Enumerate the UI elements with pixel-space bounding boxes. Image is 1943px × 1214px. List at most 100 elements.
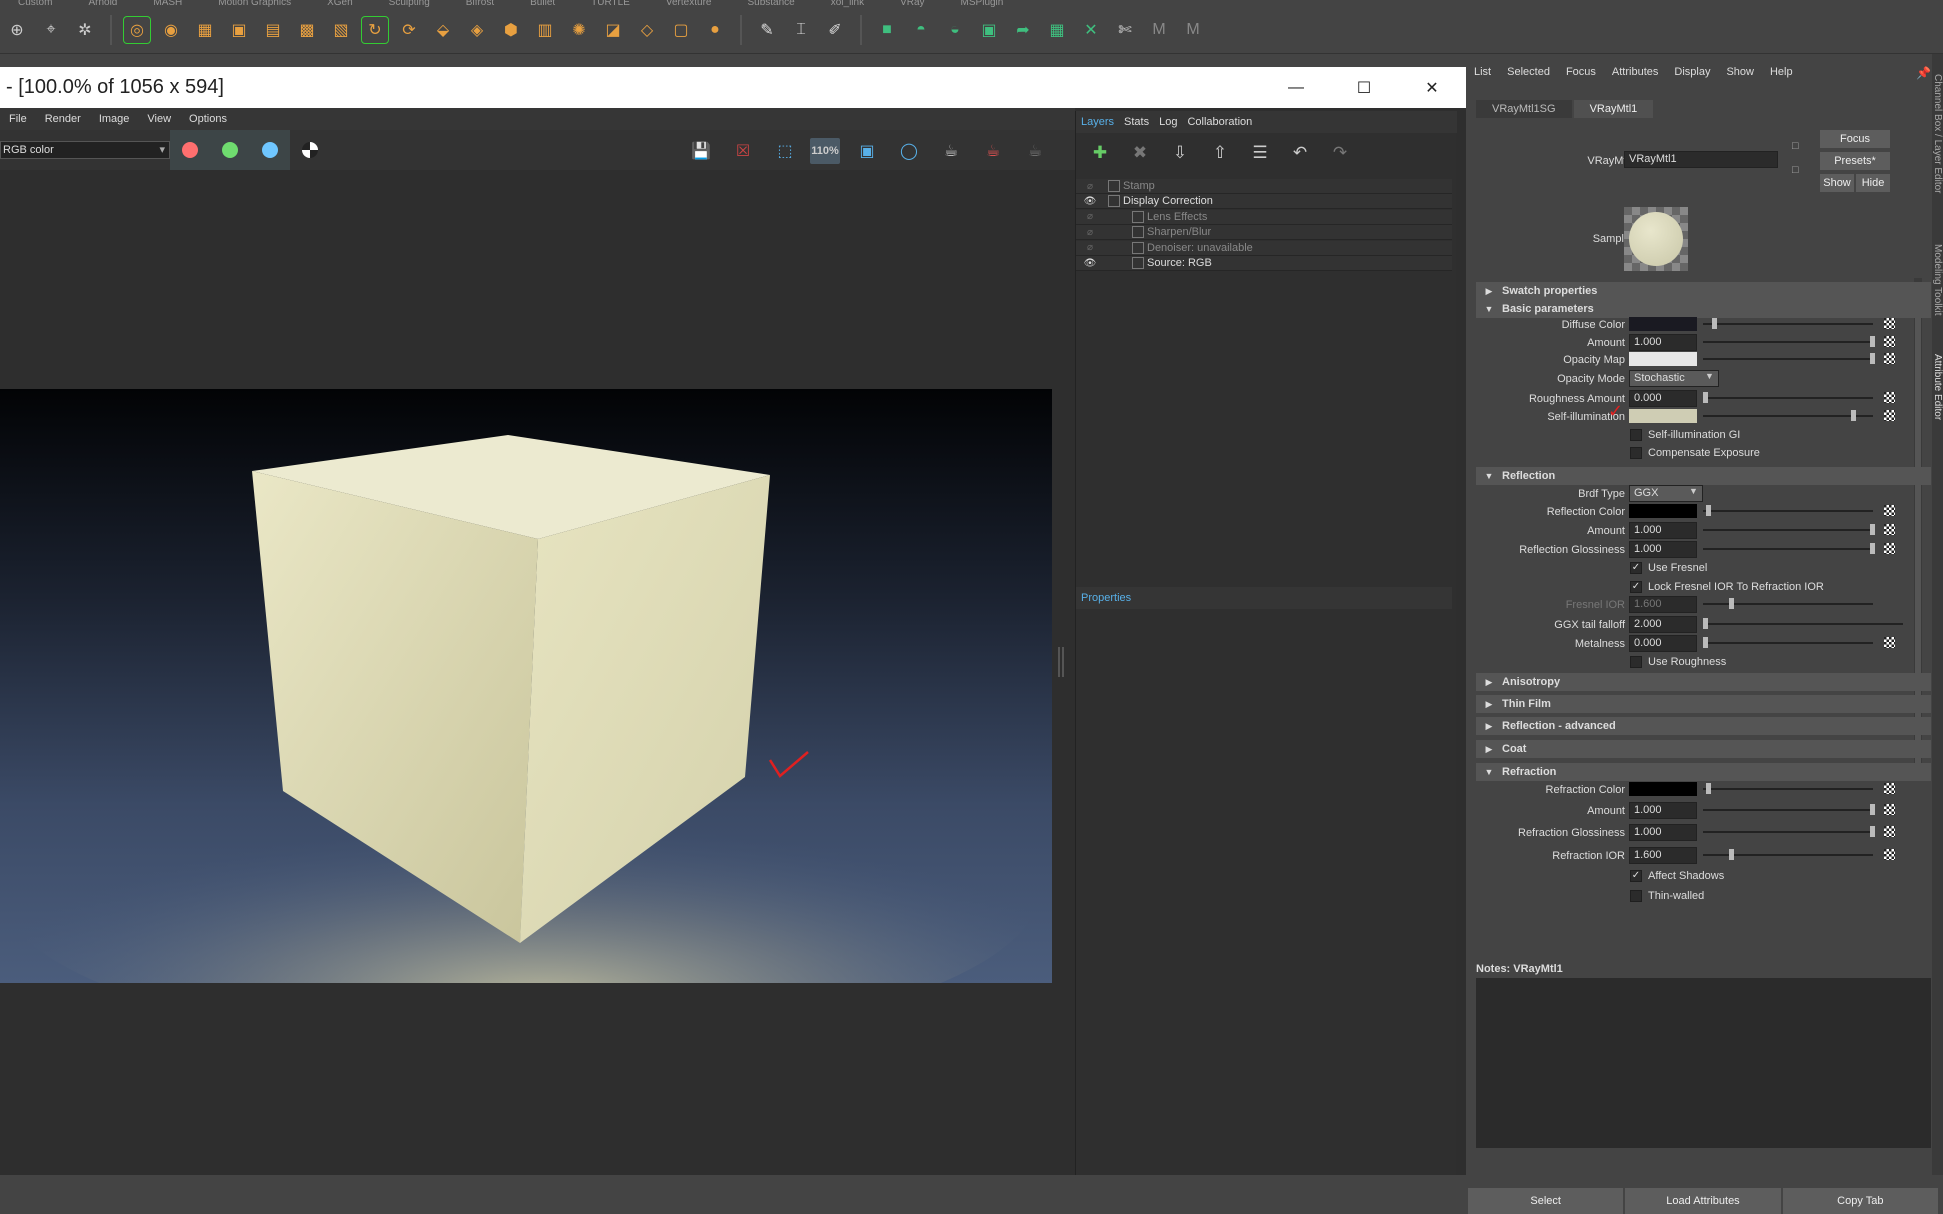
shelf-tab[interactable]: XGen: [309, 0, 371, 10]
refraction-ior-map-button[interactable]: [1884, 849, 1895, 860]
shelf-tab[interactable]: Sculpting: [371, 0, 448, 10]
output-connection-icon[interactable]: □: [1792, 164, 1799, 176]
slider-knob[interactable]: [1869, 524, 1875, 535]
panel-splitter[interactable]: [1058, 647, 1064, 677]
hidden-eye-icon[interactable]: ⌀: [1080, 227, 1100, 238]
shelf-tab[interactable]: MSPlugin: [943, 0, 1022, 10]
m2-icon[interactable]: M: [1180, 17, 1206, 43]
track-mouse-icon[interactable]: ▣: [852, 138, 882, 164]
redo-icon[interactable]: ↷: [1326, 143, 1354, 163]
layer-row[interactable]: 👁 Display Correction: [1076, 194, 1452, 210]
select-button[interactable]: Select: [1468, 1188, 1624, 1214]
section-reflection-advanced[interactable]: ▶ Reflection - advanced: [1476, 717, 1931, 735]
roughness-map-button[interactable]: [1884, 392, 1895, 403]
clear-image-icon[interactable]: ☒: [728, 138, 758, 164]
film-icon[interactable]: ▥: [532, 17, 558, 43]
opacity-map-swatch[interactable]: [1629, 352, 1697, 366]
menu-focus[interactable]: Focus: [1558, 66, 1604, 78]
slider-knob[interactable]: [1850, 410, 1856, 421]
menu-selected[interactable]: Selected: [1499, 66, 1558, 78]
box-drop-icon[interactable]: ⬙: [430, 17, 456, 43]
input-connection-icon[interactable]: □: [1792, 140, 1799, 152]
green-grid-icon[interactable]: ▦: [1044, 17, 1070, 43]
self-illumination-slider[interactable]: [1703, 410, 1873, 421]
alpha-channel-button[interactable]: [290, 130, 330, 170]
hide-button[interactable]: Hide: [1856, 174, 1890, 192]
section-swatch-properties[interactable]: ▶ Swatch properties: [1476, 282, 1931, 300]
render-icon[interactable]: ☕: [936, 138, 966, 164]
self-illumination-map-button[interactable]: [1884, 410, 1895, 421]
menu-options[interactable]: Options: [180, 113, 236, 125]
slider-knob[interactable]: [1703, 637, 1708, 648]
shelf-tab[interactable]: TURTLE: [573, 0, 648, 10]
shelf-tab[interactable]: Substance: [729, 0, 812, 10]
reflection-color-map-button[interactable]: [1884, 505, 1895, 516]
menu-view[interactable]: View: [138, 113, 180, 125]
reflection-amount-map-button[interactable]: [1884, 524, 1895, 535]
mtl-name-field[interactable]: VRayMtl1: [1624, 151, 1778, 168]
fresnel-ior-field[interactable]: 1.600: [1629, 596, 1697, 613]
layer-row[interactable]: ⌀ Stamp: [1076, 179, 1452, 194]
self-illumination-swatch[interactable]: [1629, 409, 1697, 423]
brush-icon[interactable]: ✐: [822, 17, 848, 43]
reflection-color-swatch[interactable]: [1629, 504, 1697, 518]
loop-icon[interactable]: ⟳: [396, 17, 422, 43]
refraction-color-slider[interactable]: [1703, 783, 1873, 794]
reflection-gloss-field[interactable]: 1.000: [1629, 541, 1697, 558]
layer-row[interactable]: 👁 Source: RGB: [1076, 256, 1452, 271]
slider-knob[interactable]: [1869, 543, 1875, 554]
use-fresnel-checkbox[interactable]: ✓: [1630, 562, 1642, 574]
refraction-amount-map-button[interactable]: [1884, 804, 1895, 815]
grid-icon[interactable]: ▦: [192, 17, 218, 43]
menu-list[interactable]: List: [1466, 66, 1499, 78]
save-layers-icon[interactable]: ⇩: [1166, 143, 1194, 163]
menu-help[interactable]: Help: [1762, 66, 1801, 78]
box-icon[interactable]: ▧: [328, 17, 354, 43]
eye-icon[interactable]: 👁: [1080, 258, 1100, 269]
affect-shadows-checkbox[interactable]: ✓: [1630, 870, 1642, 882]
slider-knob[interactable]: [1706, 783, 1712, 794]
bracket-icon[interactable]: ⌶: [788, 17, 814, 43]
diffuse-map-button[interactable]: [1884, 318, 1895, 329]
menu-file[interactable]: File: [0, 113, 36, 125]
cube-cut-icon[interactable]: ◪: [600, 17, 626, 43]
reflection-gloss-slider[interactable]: [1703, 543, 1875, 554]
menu-show[interactable]: Show: [1718, 66, 1762, 78]
slider-knob[interactable]: [1869, 336, 1875, 347]
delete-layer-icon[interactable]: ✖: [1126, 143, 1154, 163]
green-cross-icon[interactable]: ✕: [1078, 17, 1104, 43]
ggx-tail-field[interactable]: 2.000: [1629, 616, 1697, 633]
diffuse-amount-field[interactable]: 1.000: [1629, 334, 1697, 351]
layer-row[interactable]: ⌀ Lens Effects: [1076, 209, 1452, 225]
green-channel-button[interactable]: [210, 130, 250, 170]
layer-list-icon[interactable]: ☰: [1246, 143, 1274, 163]
knife-icon[interactable]: ✄: [1112, 17, 1138, 43]
load-layers-icon[interactable]: ⇧: [1206, 143, 1234, 163]
sphere-icon[interactable]: ◉: [158, 17, 184, 43]
green-arrow-icon[interactable]: ➦: [1010, 17, 1036, 43]
presets-button[interactable]: Presets*: [1820, 152, 1890, 170]
maximize-icon[interactable]: ☐: [1330, 67, 1398, 108]
menu-attributes[interactable]: Attributes: [1604, 66, 1666, 78]
stop-render-icon[interactable]: ☕: [978, 138, 1008, 164]
reflection-color-slider[interactable]: [1703, 505, 1873, 516]
slider-knob[interactable]: [1869, 826, 1875, 837]
zoom-button[interactable]: 110%: [810, 138, 840, 164]
hidden-eye-icon[interactable]: ⌀: [1080, 242, 1100, 253]
load-attributes-button[interactable]: Load Attributes: [1625, 1188, 1781, 1214]
section-refraction[interactable]: ▼ Refraction: [1476, 763, 1931, 781]
close-icon[interactable]: ✕: [1398, 67, 1466, 108]
tab-collaboration[interactable]: Collaboration: [1182, 116, 1257, 128]
layer-row[interactable]: ⌀ Sharpen/Blur: [1076, 225, 1452, 241]
blue-channel-button[interactable]: [250, 130, 290, 170]
menu-image[interactable]: Image: [90, 113, 139, 125]
diffuse-amount-map-button[interactable]: [1884, 336, 1895, 347]
tiles-icon[interactable]: ▤: [260, 17, 286, 43]
section-basic-parameters[interactable]: ▼ Basic parameters: [1476, 300, 1931, 318]
cube-group-icon[interactable]: ▣: [226, 17, 252, 43]
modeling-toolkit-tab[interactable]: Modeling Toolkit: [1932, 244, 1943, 316]
plane-stack-icon[interactable]: ◈: [464, 17, 490, 43]
layer-row[interactable]: ⌀ Denoiser: unavailable: [1076, 240, 1452, 256]
thin-walled-checkbox[interactable]: [1630, 890, 1642, 902]
channel-select[interactable]: RGB color: [0, 141, 170, 159]
